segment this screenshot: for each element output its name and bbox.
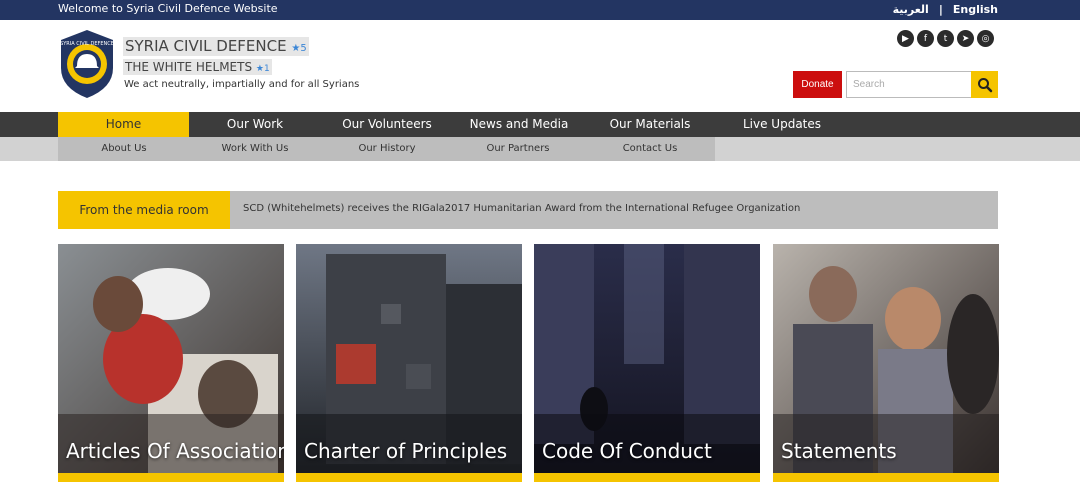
nav-our-volunteers[interactable]: Our Volunteers (336, 112, 438, 137)
sub-nav-inner: About Us Work With Us Our History Our Pa… (58, 137, 715, 161)
svg-text:SYRIA CIVIL DEFENCE: SYRIA CIVIL DEFENCE (60, 41, 114, 47)
main-nav: Home Our Work Our Volunteers News and Me… (0, 112, 1080, 137)
site-logo[interactable]: SYRIA CIVIL DEFENCE (57, 28, 117, 100)
search-button[interactable] (971, 71, 998, 98)
language-switcher: العربية | English (893, 3, 998, 16)
nav-our-work[interactable]: Our Work (205, 112, 305, 137)
card-caption: Charter of Principles (304, 439, 508, 463)
twitter-icon[interactable]: t (937, 30, 954, 47)
search-input[interactable] (846, 71, 972, 98)
card-code-of-conduct[interactable]: Code Of Conduct (534, 244, 760, 482)
ticker-label: From the media room (58, 191, 230, 229)
card-caption: Statements (781, 439, 897, 463)
lang-separator: | (938, 3, 943, 16)
nav-live-updates[interactable]: Live Updates (737, 112, 827, 137)
card-caption: Code Of Conduct (542, 439, 712, 463)
subnav-contact-us[interactable]: Contact Us (600, 137, 700, 161)
card-accent-bar (296, 473, 522, 482)
subnav-our-partners[interactable]: Our Partners (468, 137, 568, 161)
instagram-icon[interactable]: ◎ (977, 30, 994, 47)
welcome-text: Welcome to Syria Civil Defence Website (58, 2, 278, 15)
sub-nav: About Us Work With Us Our History Our Pa… (0, 137, 1080, 161)
nav-our-materials[interactable]: Our Materials (603, 112, 697, 137)
card-accent-bar (534, 473, 760, 482)
subtitle-rating: ★1 (255, 64, 270, 74)
card-articles-of-association[interactable]: Articles Of Association (58, 244, 284, 482)
top-bar: Welcome to Syria Civil Defence Website ا… (0, 0, 1080, 20)
lang-english-link[interactable]: English (953, 3, 998, 16)
subnav-about-us[interactable]: About Us (74, 137, 174, 161)
card-charter-of-principles[interactable]: Charter of Principles (296, 244, 522, 482)
search-icon (977, 77, 992, 92)
site-title[interactable]: SYRIA CIVIL DEFENCE ★5 (123, 37, 309, 56)
card-accent-bar (773, 473, 999, 482)
telegram-icon[interactable]: ➤ (957, 30, 974, 47)
site-subtitle-text: THE WHITE HELMETS (125, 60, 253, 74)
subnav-our-history[interactable]: Our History (337, 137, 437, 161)
donate-button[interactable]: Donate (793, 71, 842, 98)
card-caption: Articles Of Association (66, 439, 284, 463)
subnav-work-with-us[interactable]: Work With Us (205, 137, 305, 161)
site-subtitle[interactable]: THE WHITE HELMETS ★1 (123, 59, 272, 75)
card-accent-bar (58, 473, 284, 482)
youtube-icon[interactable]: ▶ (897, 30, 914, 47)
media-ticker: From the media room SCD (Whitehelmets) r… (58, 191, 998, 229)
title-rating: ★5 (291, 43, 307, 54)
tagline: We act neutrally, impartially and for al… (124, 79, 360, 90)
nav-news-and-media[interactable]: News and Media (466, 112, 572, 137)
facebook-icon[interactable]: f (917, 30, 934, 47)
site-title-text: SYRIA CIVIL DEFENCE (125, 37, 287, 55)
lang-arabic-link[interactable]: العربية (893, 3, 929, 16)
social-links: ▶ f t ➤ ◎ (897, 30, 994, 47)
card-statements[interactable]: Statements (773, 244, 999, 482)
ticker-headline[interactable]: SCD (Whitehelmets) receives the RIGala20… (243, 203, 800, 214)
nav-home[interactable]: Home (58, 112, 189, 137)
